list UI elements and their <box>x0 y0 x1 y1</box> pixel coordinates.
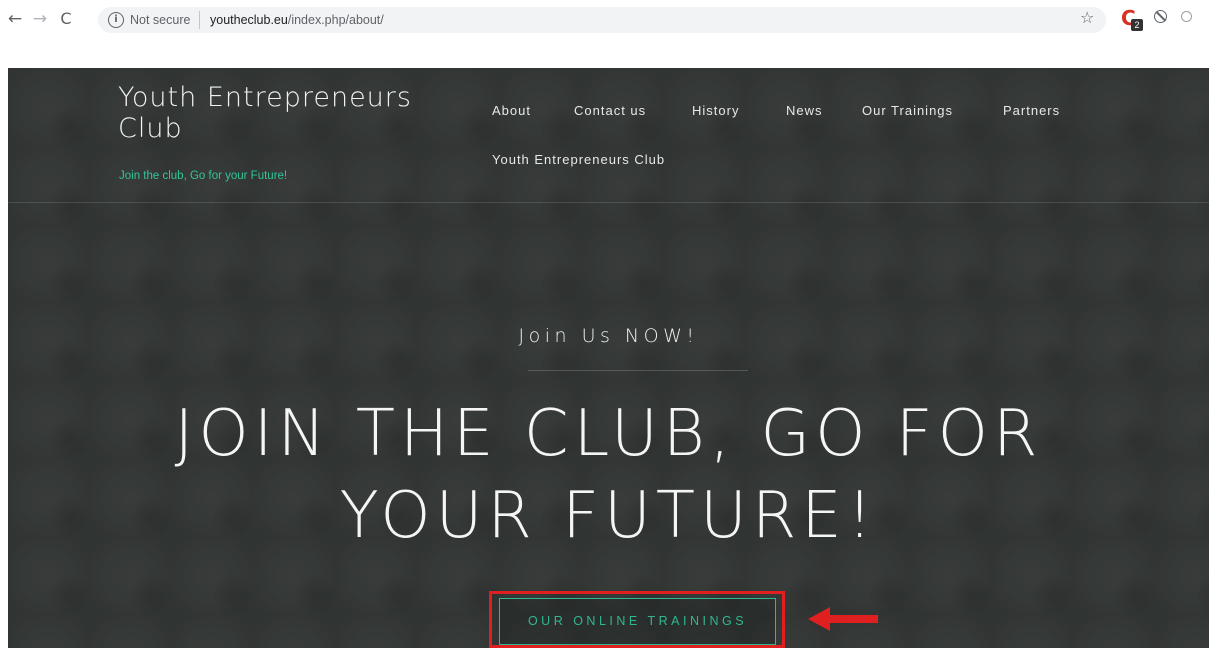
online-trainings-button[interactable]: OUR ONLINE TRAININGS <box>499 598 776 645</box>
extension-circle-icon[interactable] <box>1181 11 1192 22</box>
nav-item-our-trainings[interactable]: Our Trainings <box>862 103 953 118</box>
nav-item-about[interactable]: About <box>492 103 531 118</box>
security-label: Not secure <box>130 13 191 27</box>
back-arrow-icon[interactable]: ← <box>4 8 26 30</box>
headline-line-1: JOIN THE CLUB, GO FOR <box>174 397 1043 471</box>
url-text[interactable]: youtheclub.eu/index.php/about/ <box>210 13 384 27</box>
info-icon[interactable]: i <box>108 12 124 28</box>
hero-kicker: Join Us NOW! <box>518 325 699 347</box>
nav-item-contact-us[interactable]: Contact us <box>574 103 646 118</box>
url-path: /index.php/about/ <box>287 13 384 27</box>
bookmark-star-icon[interactable]: ☆ <box>1080 8 1094 27</box>
annotation-arrow-icon <box>808 607 878 631</box>
address-bar[interactable]: i Not secure youtheclub.eu/index.php/abo… <box>98 7 1106 33</box>
nav-item-youth-entrepreneurs-club[interactable]: Youth Entrepreneurs Club <box>492 152 665 167</box>
site-title[interactable]: Youth Entrepreneurs Club <box>118 82 418 144</box>
header-divider <box>8 202 1209 203</box>
site-tagline: Join the club, Go for your Future! <box>119 170 288 182</box>
reload-icon[interactable]: C <box>55 8 77 30</box>
nav-item-history[interactable]: History <box>692 103 739 118</box>
nav-item-partners[interactable]: Partners <box>1003 103 1060 118</box>
hero-headline: JOIN THE CLUB, GO FOR YOUR FUTURE! <box>68 393 1149 557</box>
kicker-divider <box>528 370 748 371</box>
browser-toolbar: ← → C i Not secure youtheclub.eu/index.p… <box>0 0 1209 40</box>
nav-item-news[interactable]: News <box>786 103 823 118</box>
block-icon[interactable] <box>1154 10 1167 23</box>
url-host: youtheclub.eu <box>210 13 288 27</box>
headline-line-2: YOUR FUTURE! <box>339 479 878 553</box>
hero-section: Youth Entrepreneurs Club Join the club, … <box>8 68 1209 648</box>
url-separator <box>199 11 200 29</box>
forward-arrow-icon[interactable]: → <box>29 8 51 30</box>
extension-badge: 2 <box>1131 19 1143 31</box>
